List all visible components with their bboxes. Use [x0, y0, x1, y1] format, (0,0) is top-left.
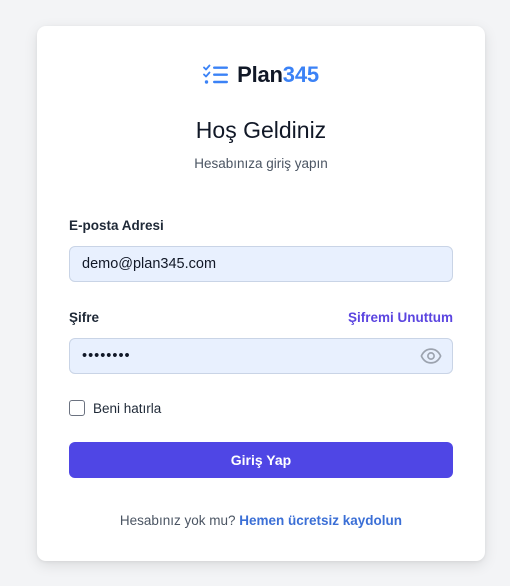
page-title: Hoş Geldiniz — [195, 117, 327, 143]
forgot-password-link[interactable]: Şifremi Unuttum — [348, 310, 453, 325]
remember-me[interactable]: Beni hatırla — [69, 400, 161, 416]
brand-name-part1: Plan — [237, 62, 283, 87]
remember-label: Beni hatırla — [93, 400, 162, 416]
password-label: Şifre — [69, 310, 100, 325]
checklist-icon — [203, 64, 229, 84]
page-subtitle: Hesabınıza giriş yapın — [194, 156, 328, 171]
brand-name: Plan345 — [237, 62, 319, 88]
brand-name-part2: 345 — [282, 62, 319, 87]
signup-prompt: Hesabınız yok mu? Hemen ücretsiz kaydolu… — [37, 513, 485, 528]
remember-checkbox[interactable] — [69, 400, 85, 416]
email-label: E-posta Adresi — [69, 218, 164, 233]
email-field[interactable] — [69, 246, 453, 282]
eye-icon[interactable] — [420, 345, 442, 367]
logo: Plan345 — [37, 62, 485, 88]
login-button[interactable]: Giriş Yap — [69, 442, 453, 478]
signup-prompt-text: Hesabınız yok mu? — [119, 513, 236, 528]
signup-link[interactable]: Hemen ücretsiz kaydolun — [239, 513, 402, 528]
password-field[interactable] — [69, 338, 453, 374]
login-card: Plan345 Hoş Geldiniz Hesabınıza giriş ya… — [37, 26, 485, 561]
